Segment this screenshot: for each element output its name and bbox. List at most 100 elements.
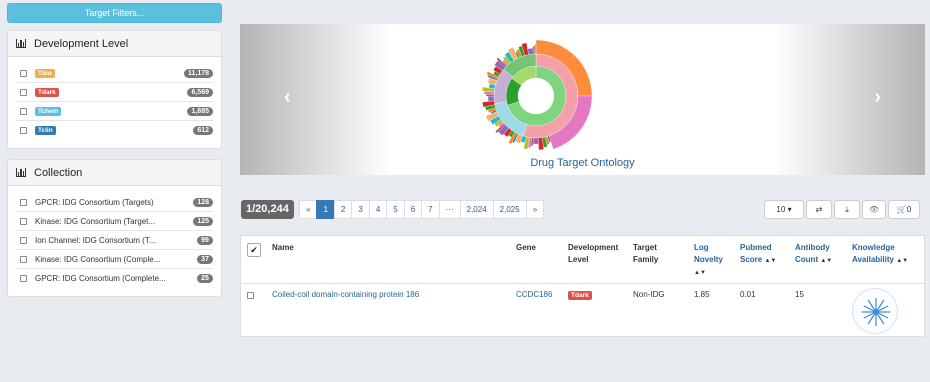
count-badge: 11,178	[183, 68, 213, 78]
count-badge: 99	[197, 235, 213, 245]
collection-row[interactable]: Kinase: IDG Consortium (Comple... 37	[16, 250, 213, 269]
chevron-right-icon[interactable]: ›	[874, 86, 881, 109]
pagination-bar: 1/20,244 «1 2 3 4 5 6 7 ··· 2,024 2,025» 10 ▾ ⇄ ⤓…	[240, 200, 925, 220]
cell-pubmed: 0.01	[740, 290, 756, 299]
eye-icon[interactable]: 👁	[862, 200, 886, 219]
sort-icon: ▲▼	[820, 258, 833, 264]
sort-icon: ▲▼	[896, 258, 909, 264]
cart-icon: 🛒	[896, 205, 907, 214]
page-1[interactable]: 1	[316, 200, 335, 219]
sort-icon: ▲▼	[764, 258, 777, 264]
sunburst-segment[interactable]	[532, 137, 539, 145]
collection-row[interactable]: Ion Channel: IDG Consortium (T... 99	[16, 231, 213, 250]
row-checkbox[interactable]	[20, 107, 27, 115]
collection-label: GPCR: IDG Consortium (Complete...	[35, 274, 166, 283]
count-badge: 128	[193, 197, 213, 207]
row-checkbox[interactable]	[20, 127, 27, 134]
table-tools: 10 ▾ ⇄ ⤓ 👁 🛒0	[764, 200, 920, 219]
dev-level-row[interactable]: Tclin 612	[16, 121, 213, 140]
page-2[interactable]: 2	[333, 200, 353, 219]
page-prev[interactable]: «	[299, 200, 318, 219]
sunburst-segment[interactable]	[487, 95, 495, 102]
page-4[interactable]: 4	[368, 200, 388, 219]
carousel-title[interactable]: Drug Target Ontology	[240, 157, 925, 169]
row-checkbox[interactable]	[20, 275, 27, 282]
row-checkbox[interactable]	[247, 292, 254, 299]
dev-level-row[interactable]: Tbio 11,178	[16, 64, 213, 83]
dev-level-badge: Tdark	[35, 87, 59, 97]
count-badge: 6,569	[187, 87, 213, 97]
row-checkbox[interactable]	[20, 236, 27, 244]
pagination: «1 2 3 4 5 6 7 ··· 2,024 2,025»	[299, 200, 545, 219]
page-7[interactable]: 7	[421, 200, 440, 219]
cell-gene[interactable]: CCDC186	[516, 290, 552, 299]
page-next[interactable]: »	[525, 200, 545, 219]
count-badge: 1,885	[187, 106, 213, 116]
count-badge: 25	[197, 274, 213, 283]
bar-chart-icon	[16, 39, 26, 48]
collection-row[interactable]: GPCR: IDG Consortium (Targets) 128	[16, 193, 213, 212]
collection-label: Ion Channel: IDG Consortium (T...	[35, 235, 156, 245]
cell-name[interactable]: Coiled-coil domain-containing protein 18…	[272, 290, 419, 299]
knowledge-availability-icon[interactable]	[852, 288, 898, 334]
select-all-checkbox[interactable]: ✔	[247, 243, 261, 257]
panel-title: Development Level	[34, 37, 129, 50]
carousel: ‹ › Drug Target Ontology	[240, 24, 925, 175]
result-count: 1/20,244	[241, 200, 294, 219]
cell-family: Non-IDG	[633, 290, 665, 299]
page-5[interactable]: 5	[386, 200, 405, 219]
swap-icon[interactable]: ⇄	[806, 200, 832, 219]
cell-dev-level: Tdark	[568, 290, 592, 300]
col-header-novelty[interactable]: Log Novelty ▲▼	[694, 242, 723, 279]
page-9[interactable]: 2,024	[459, 200, 494, 219]
bar-chart-icon	[16, 168, 26, 177]
download-icon[interactable]: ⤓	[834, 200, 860, 219]
count-badge: 37	[197, 254, 213, 264]
targets-table: ✔ Name Gene Development Level Target Famil…	[240, 235, 925, 337]
panel-header: Collection	[8, 160, 221, 186]
development-level-list: Tbio 11,178 Tdark 6,569 Tchem 1,885 Tcli…	[8, 57, 221, 148]
row-checkbox[interactable]	[20, 69, 27, 77]
chevron-left-icon[interactable]: ‹	[284, 86, 291, 109]
col-header-knowledge[interactable]: Knowledge Availability ▲▼	[852, 242, 908, 267]
sunburst-segment[interactable]	[534, 43, 537, 55]
collection-list: GPCR: IDG Consortium (Targets) 128 Kinas…	[8, 186, 221, 296]
page-10[interactable]: 2,025	[492, 200, 527, 219]
col-header-gene[interactable]: Gene	[516, 242, 536, 254]
cell-antibody: 15	[795, 290, 804, 299]
collection-row[interactable]: GPCR: IDG Consortium (Complete... 25	[16, 269, 213, 288]
col-header-name[interactable]: Name	[272, 242, 294, 254]
panel-title: Collection	[34, 166, 83, 179]
col-header-dev-level[interactable]: Development Level	[568, 242, 618, 266]
target-filters-button[interactable]: Target Filters...	[7, 3, 222, 23]
main-content: ‹ › Drug Target Ontology 1/20,244 «1 2 3 4 5…	[240, 24, 925, 337]
page-3[interactable]: 3	[351, 200, 370, 219]
cart-button[interactable]: 🛒0	[888, 200, 920, 219]
col-header-pubmed[interactable]: Pubmed Score ▲▼	[740, 242, 776, 267]
count-badge: 125	[193, 216, 213, 226]
header-divider	[241, 283, 924, 284]
page-size-select[interactable]: 10 ▾	[764, 200, 804, 219]
collection-panel: Collection GPCR: IDG Consortium (Targets…	[7, 159, 222, 297]
panel-header: Development Level	[8, 31, 221, 57]
left-sidebar: Target Filters... Development Level Tbio…	[7, 3, 222, 297]
row-checkbox[interactable]	[20, 88, 27, 96]
row-checkbox[interactable]	[20, 255, 27, 263]
dev-level-badge: Tchem	[35, 106, 62, 116]
sunburst-chart[interactable]	[478, 38, 594, 154]
page-8[interactable]: ···	[438, 200, 461, 219]
col-header-family[interactable]: Target Family	[633, 242, 658, 266]
dev-level-row[interactable]: Tdark 6,569	[16, 83, 213, 102]
collection-label: Kinase: IDG Consortium (Comple...	[35, 254, 161, 264]
tdark-badge: Tdark	[568, 291, 592, 300]
dev-level-badge: Tbio	[35, 68, 55, 78]
sort-icon: ▲▼	[694, 270, 706, 276]
row-checkbox[interactable]	[20, 198, 27, 206]
dev-level-row[interactable]: Tchem 1,885	[16, 102, 213, 121]
collection-row[interactable]: Kinase: IDG Consortium (Target... 125	[16, 212, 213, 231]
page-6[interactable]: 6	[403, 200, 423, 219]
sunburst-segment[interactable]	[527, 47, 534, 55]
col-header-antibody[interactable]: Antibody Count ▲▼	[795, 242, 832, 267]
cell-novelty: 1.85	[694, 290, 710, 299]
row-checkbox[interactable]	[20, 217, 27, 225]
